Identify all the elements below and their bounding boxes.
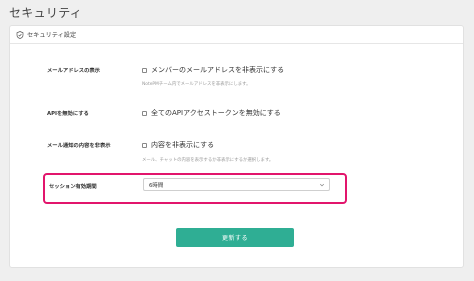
checkbox-label: 全てのAPIアクセストークンを無効にする <box>151 109 281 117</box>
disable-api-checkbox-line[interactable]: 全てのAPIアクセストークンを無効にする <box>142 108 281 118</box>
card-header-title: セキュリティ設定 <box>27 32 77 39</box>
setting-help-text: NotePMチーム内でメールアドレスを非表示にします。 <box>142 82 251 87</box>
setting-help-text: メール、チャットの内容を表示するか非表示にするか選択します。 <box>142 158 274 163</box>
setting-label: メール通知の内容を非表示 <box>47 143 111 149</box>
setting-label: APIを無効にする <box>47 111 89 117</box>
hide-email-checkbox[interactable] <box>142 67 147 73</box>
session-duration-select[interactable]: 6時間 <box>143 178 330 191</box>
checkbox-label: 内容を非表示にする <box>151 141 215 149</box>
security-settings-card: セキュリティ設定 メールアドレスの表示 メンバーのメールアドレスを非表示にする … <box>9 25 464 268</box>
shield-check-icon <box>16 30 24 39</box>
card-header: セキュリティ設定 <box>10 26 463 44</box>
update-button[interactable]: 更新する <box>176 228 294 247</box>
hide-content-checkbox-line[interactable]: 内容を非表示にする <box>142 140 214 150</box>
select-value: 6時間 <box>149 182 164 189</box>
hide-email-checkbox-line[interactable]: メンバーのメールアドレスを非表示にする <box>142 65 284 75</box>
checkbox-label: メンバーのメールアドレスを非表示にする <box>151 66 285 74</box>
hide-content-checkbox[interactable] <box>142 142 147 148</box>
page-title: セキュリティ <box>9 6 83 20</box>
setting-label: メールアドレスの表示 <box>47 68 100 74</box>
disable-api-checkbox[interactable] <box>142 110 147 116</box>
chevron-down-icon <box>319 182 325 188</box>
session-label: セッション有効期間 <box>49 184 97 190</box>
